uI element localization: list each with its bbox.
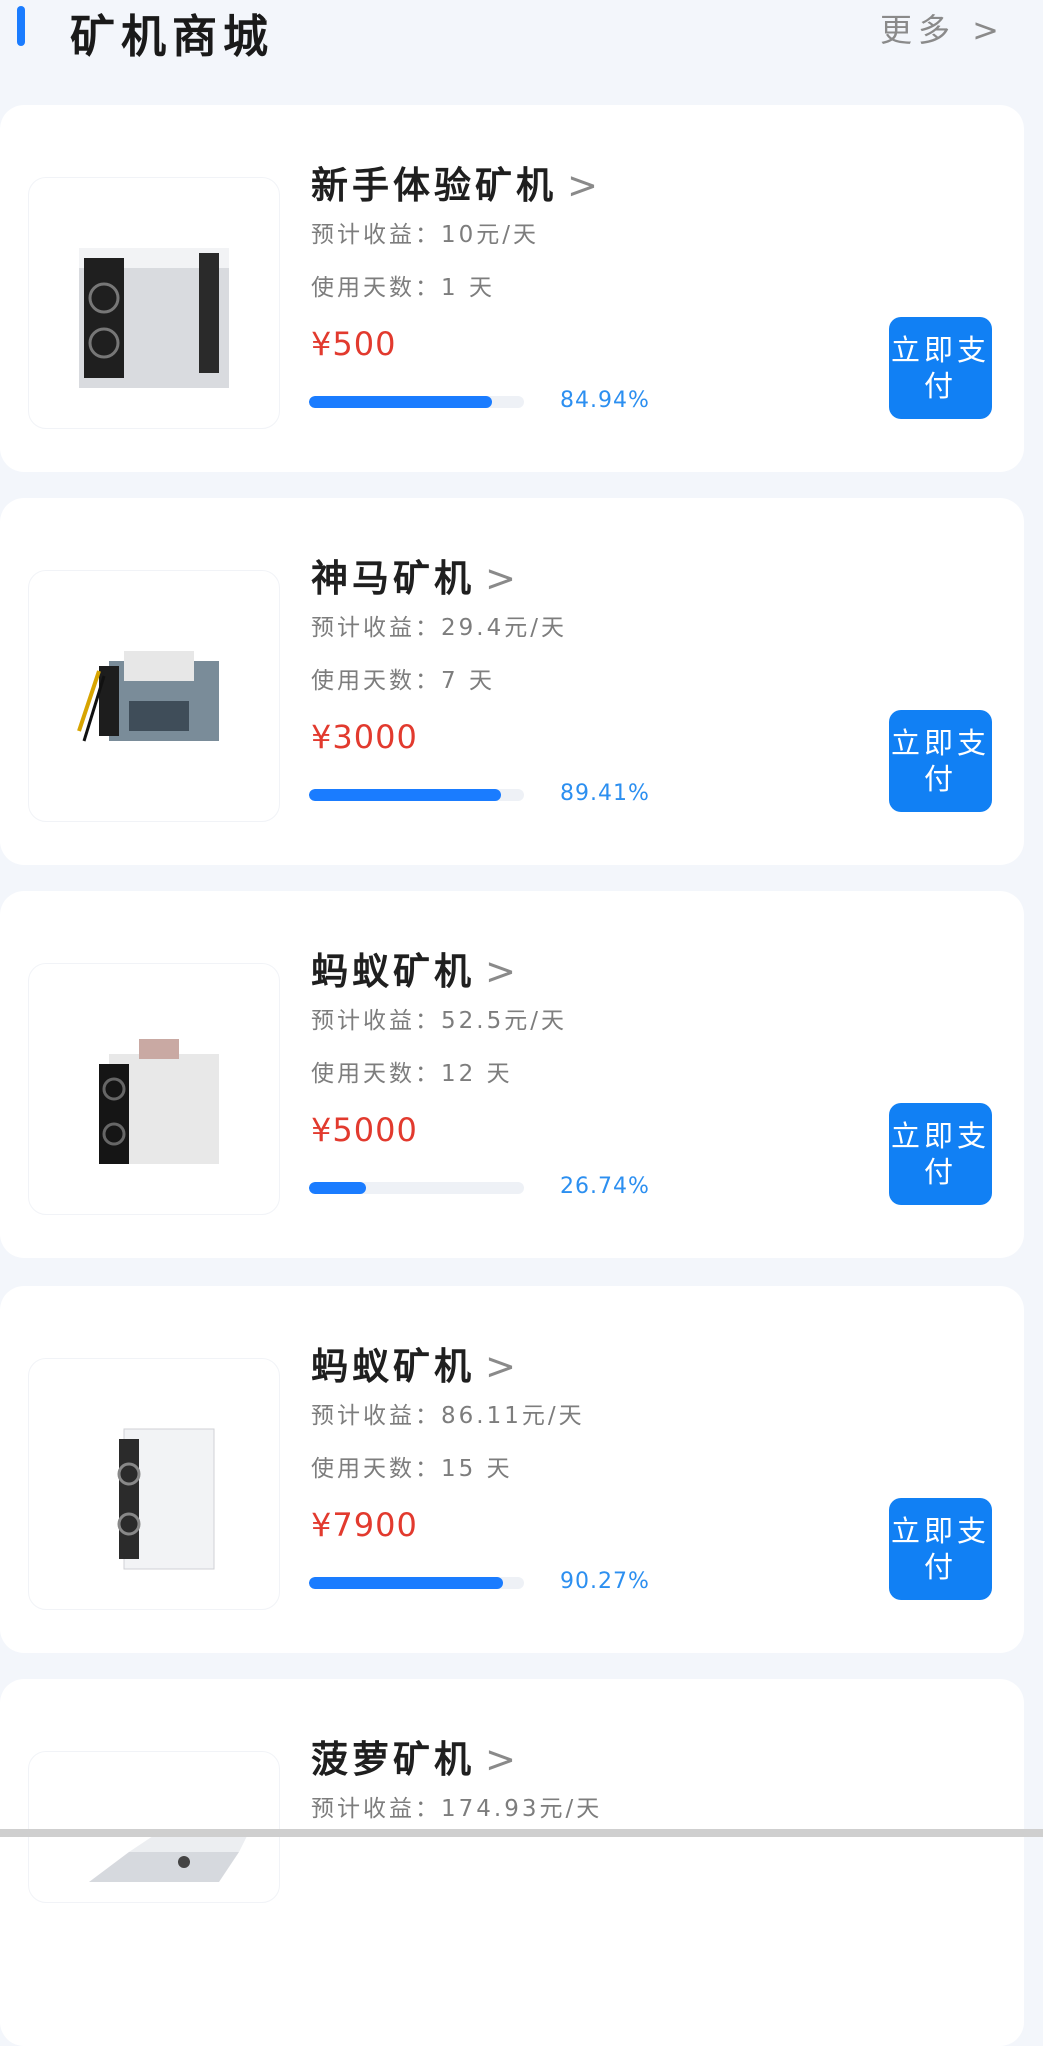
miner-board-icon: [77, 651, 219, 742]
progress-bar: [309, 789, 524, 801]
product-name[interactable]: 新手体验矿机 >: [311, 155, 602, 209]
product-card[interactable]: 菠萝矿机 > 预计收益：174.93元/天: [0, 1679, 1024, 2046]
product-card[interactable]: 新手体验矿机 > 预计收益：10元/天 使用天数：1 天 ¥500 84.94% …: [0, 105, 1024, 472]
product-name[interactable]: 蚂蚁矿机 >: [311, 1336, 520, 1390]
product-name-text: 新手体验矿机: [311, 164, 557, 207]
product-card[interactable]: 蚂蚁矿机 > 预计收益：52.5元/天 使用天数：12 天 ¥5000 26.74…: [0, 891, 1024, 1258]
more-link[interactable]: 更多 >: [880, 5, 1005, 51]
miner-box-icon: [117, 1428, 215, 1570]
miner-box-icon: [89, 1832, 249, 1882]
expected-income: 预计收益：86.11元/天: [311, 1403, 585, 1429]
price: ¥7900: [311, 1506, 418, 1544]
expected-income: 预计收益：10元/天: [311, 222, 540, 248]
product-card[interactable]: 神马矿机 > 预计收益：29.4元/天 使用天数：7 天 ¥3000 89.41%…: [0, 498, 1024, 865]
pay-now-button[interactable]: 立即支付: [889, 317, 992, 419]
product-name-text: 神马矿机: [311, 557, 475, 600]
progress-bar: [309, 1577, 524, 1589]
product-image[interactable]: [28, 963, 280, 1215]
product-name-text: 蚂蚁矿机: [311, 950, 475, 993]
section-header: 矿机商城 更多 >: [0, 0, 1043, 63]
progress-fill: [309, 1182, 367, 1194]
horizontal-scrollbar[interactable]: [0, 1829, 1043, 1837]
miner-box-icon: [99, 1039, 219, 1164]
chevron-right-icon: >: [567, 164, 603, 207]
progress-percent: 90.27%: [560, 1569, 650, 1594]
miner-box-icon: [79, 248, 229, 388]
usage-days: 使用天数：15 天: [311, 1456, 513, 1482]
progress-percent: 84.94%: [560, 388, 650, 413]
product-name[interactable]: 蚂蚁矿机 >: [311, 941, 520, 995]
usage-days: 使用天数：12 天: [311, 1061, 513, 1087]
product-card[interactable]: 蚂蚁矿机 > 预计收益：86.11元/天 使用天数：15 天 ¥7900 90.2…: [0, 1286, 1024, 1653]
price: ¥5000: [311, 1111, 418, 1149]
usage-days: 使用天数：7 天: [311, 668, 495, 694]
chevron-right-icon: >: [485, 1738, 521, 1781]
product-image[interactable]: [28, 177, 280, 429]
product-name-text: 菠萝矿机: [311, 1738, 475, 1781]
product-image[interactable]: [28, 1751, 280, 1903]
expected-income: 预计收益：52.5元/天: [311, 1008, 567, 1034]
price: ¥500: [311, 325, 397, 363]
product-image[interactable]: [28, 1358, 280, 1610]
product-name[interactable]: 菠萝矿机 >: [311, 1729, 520, 1783]
usage-days: 使用天数：1 天: [311, 275, 495, 301]
product-name-text: 蚂蚁矿机: [311, 1345, 475, 1388]
product-name[interactable]: 神马矿机 >: [311, 548, 520, 602]
progress-percent: 89.41%: [560, 781, 650, 806]
pay-now-button[interactable]: 立即支付: [889, 1103, 992, 1205]
expected-income: 预计收益：29.4元/天: [311, 615, 567, 641]
progress-fill: [309, 1577, 504, 1589]
chevron-right-icon: >: [485, 557, 521, 600]
progress-bar: [309, 1182, 524, 1194]
progress-fill: [309, 789, 502, 801]
section-title: 矿机商城: [70, 10, 275, 63]
progress-bar: [309, 396, 524, 408]
pay-now-button[interactable]: 立即支付: [889, 1498, 992, 1600]
product-image[interactable]: [28, 570, 280, 822]
expected-income: 预计收益：174.93元/天: [311, 1796, 603, 1822]
pay-now-button[interactable]: 立即支付: [889, 710, 992, 812]
progress-percent: 26.74%: [560, 1174, 650, 1199]
price: ¥3000: [311, 718, 418, 756]
chevron-right-icon: >: [485, 950, 521, 993]
progress-fill: [309, 396, 492, 408]
section-accent-bar: [17, 6, 25, 46]
chevron-right-icon: >: [485, 1345, 521, 1388]
